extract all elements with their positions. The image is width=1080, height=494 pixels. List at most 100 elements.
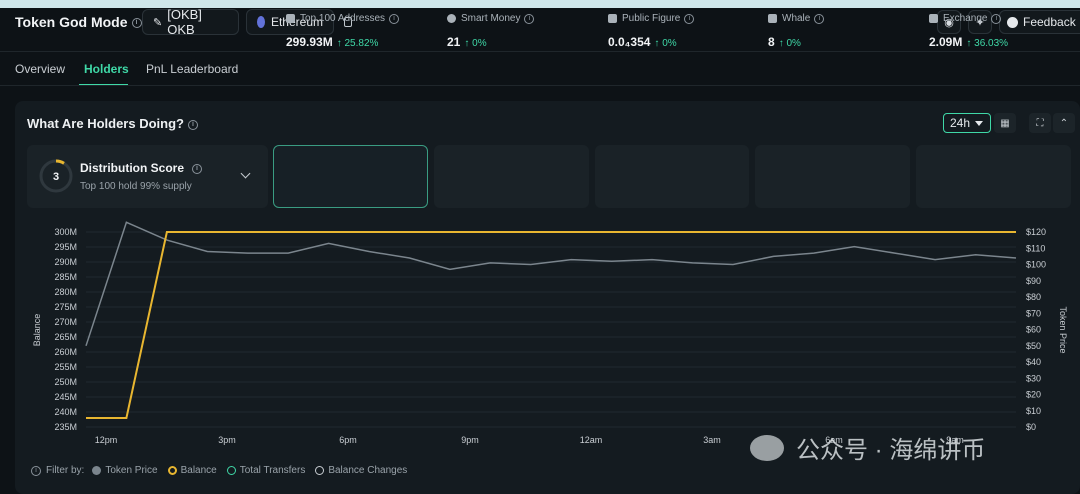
panel-title-text: What Are Holders Doing? — [27, 116, 184, 131]
y-axis-title: Balance — [32, 314, 42, 347]
info-icon[interactable]: i — [389, 13, 400, 24]
info-icon[interactable]: i — [192, 163, 203, 174]
card-top-100-addresses[interactable] — [273, 145, 428, 208]
y-tick-label: 280M — [54, 287, 77, 297]
smart-money-icon — [447, 14, 456, 23]
card-label-text: Whale — [782, 13, 811, 24]
card-label-public-figure: Public Figure i — [608, 13, 695, 24]
y2-tick-label: $100 — [1026, 260, 1046, 270]
series-line-balance — [86, 231, 1016, 419]
collapse-icon[interactable]: ⌃ — [1053, 113, 1075, 133]
card-change: ↑ 0% — [464, 38, 487, 49]
top-strip — [0, 0, 1080, 8]
y2-tick-label: $90 — [1026, 276, 1041, 286]
public-figure-icon — [608, 14, 617, 23]
card-value-exchange: 2.09M ↑ 36.03% — [929, 35, 1008, 49]
legend-label: Balance Changes — [328, 465, 408, 476]
card-change: ↑ 25.82% — [336, 38, 379, 49]
watermark: 公众号 · 海绵讲币 — [750, 430, 985, 465]
card-label-exchange: Exchange i — [929, 13, 1002, 24]
calendar-icon[interactable]: ▦ — [994, 113, 1016, 133]
info-icon[interactable]: i — [131, 18, 142, 29]
legend-label: Total Transfers — [239, 465, 306, 476]
legend-item-token-price[interactable]: Token Price — [92, 465, 158, 476]
tab-overview[interactable]: Overview — [15, 62, 65, 76]
card-change: ↑ 0% — [778, 38, 801, 49]
expand-icon[interactable]: ⛶ — [1029, 113, 1051, 133]
page-title: Token God Mode i — [15, 14, 142, 30]
card-label-smart-money: Smart Money i — [447, 13, 535, 24]
info-icon[interactable]: i — [524, 13, 535, 24]
x-tick-label: 3pm — [218, 435, 236, 445]
x-tick-label: 6pm — [339, 435, 357, 445]
y-tick-label: 300M — [54, 227, 77, 237]
distribution-subtitle: Top 100 hold 99% supply — [80, 181, 192, 192]
card-label-text: Exchange — [943, 13, 988, 24]
info-icon[interactable]: i — [684, 13, 695, 24]
legend-item-balance[interactable]: Balance — [167, 465, 217, 476]
y2-tick-label: $70 — [1026, 308, 1041, 318]
y-tick-label: 285M — [54, 272, 77, 282]
info-icon[interactable]: i — [814, 13, 825, 24]
card-label-top-100: Top 100 Addresses i — [286, 13, 400, 24]
x-tick-label: 12pm — [95, 435, 118, 445]
legend-item-balance-changes[interactable]: Balance Changes — [315, 465, 407, 476]
legend-dot — [315, 466, 325, 475]
holders-chart: 300M 295M 290M 285M 280M 275M 270M 265M 260M 255M… — [32, 221, 1068, 445]
wechat-icon — [750, 434, 784, 461]
y-tick-label: 255M — [54, 362, 77, 372]
chevron-down-icon — [975, 120, 984, 126]
info-icon[interactable]: i — [187, 119, 198, 130]
y-tick-label: 250M — [54, 377, 77, 387]
card-value-whale: 8 ↑ 0% — [768, 35, 801, 49]
card-label-text: Smart Money — [461, 13, 521, 24]
tabs-divider — [0, 85, 1080, 86]
card-whale[interactable] — [755, 145, 910, 208]
exchange-icon — [929, 14, 938, 23]
card-exchange[interactable] — [916, 145, 1071, 208]
card-value-public-figure: 0.0₄354 ↑ 0% — [608, 35, 677, 49]
legend-dot — [167, 466, 177, 475]
y-tick-label: 270M — [54, 317, 77, 327]
card-label-text: Public Figure — [622, 13, 681, 24]
info-icon[interactable]: i — [991, 13, 1002, 24]
title-text: Token God Mode — [15, 14, 128, 30]
x-tick-label: 12am — [580, 435, 603, 445]
legend-label: Token Price — [105, 465, 158, 476]
card-smart-money[interactable] — [434, 145, 589, 208]
distribution-score-title: Distribution Score i — [80, 161, 203, 175]
distribution-score-ring: 3 — [39, 159, 73, 193]
card-label-whale: Whale i — [768, 13, 825, 24]
token-chip-label: [OKB] OKB — [167, 7, 202, 37]
feedback-button[interactable]: Feedback — [999, 10, 1080, 34]
y-tick-label: 290M — [54, 257, 77, 267]
time-range-select[interactable]: 24h — [943, 113, 991, 133]
y-tick-label: 275M — [54, 302, 77, 312]
ethereum-icon — [257, 16, 265, 28]
tab-holders[interactable]: Holders — [84, 62, 129, 76]
card-value-top-100: 299.93M ↑ 25.82% — [286, 35, 378, 49]
distribution-score-value: 3 — [53, 171, 59, 183]
legend-dot — [92, 466, 102, 475]
pencil-icon: ✎ — [153, 16, 163, 29]
panel-title: What Are Holders Doing? i — [27, 116, 198, 131]
card-value-text: 8 — [768, 35, 775, 49]
y2-tick-label: $0 — [1026, 422, 1036, 432]
y2-tick-label: $110 — [1026, 243, 1045, 253]
distribution-label: Distribution Score — [80, 161, 185, 175]
legend-prefix: Filter by: — [46, 465, 85, 476]
y2-axis-title: Token Price — [1058, 306, 1068, 353]
token-chip[interactable]: ✎ [OKB] OKB — [142, 7, 239, 37]
legend-dot — [226, 466, 236, 475]
y2-tick-label: $40 — [1026, 357, 1041, 367]
legend-item-total-transfers[interactable]: Total Transfers — [226, 465, 306, 476]
tab-pnl-leaderboard[interactable]: PnL Leaderboard — [146, 62, 238, 76]
card-public-figure[interactable] — [595, 145, 749, 208]
legend-label: Balance — [180, 465, 217, 476]
y2-tick-label: $30 — [1026, 373, 1041, 383]
y-tick-label: 245M — [54, 392, 77, 402]
y2-tick-label: $10 — [1026, 406, 1041, 416]
y2-tick-label: $120 — [1026, 227, 1046, 237]
card-value-text: 0.0₄354 — [608, 35, 651, 49]
y-tick-label: 240M — [54, 407, 77, 417]
